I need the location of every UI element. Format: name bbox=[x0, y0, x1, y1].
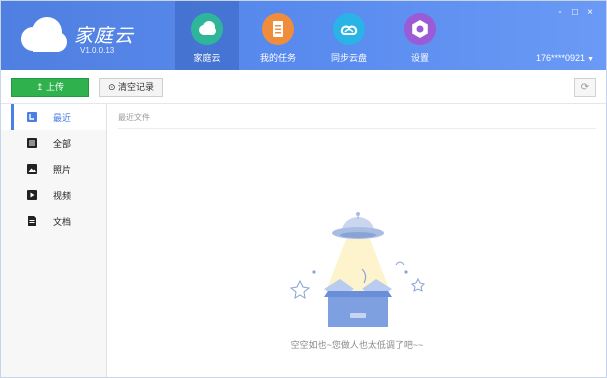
brand-name: 家庭云 bbox=[74, 25, 135, 47]
upload-label: 上传 bbox=[46, 82, 65, 92]
sync-cloud-icon bbox=[333, 13, 365, 45]
upload-button[interactable]: ↥ 上传 bbox=[11, 78, 89, 97]
tab-sync-drive[interactable]: 同步云盘 bbox=[317, 1, 381, 70]
user-account-menu[interactable]: 176****0921 ▼ bbox=[536, 53, 594, 63]
document-icon bbox=[28, 216, 36, 226]
tab-settings[interactable]: 设置 bbox=[388, 1, 452, 70]
sidebar-item-label: 最近 bbox=[53, 113, 72, 123]
empty-state-message: 空空如也~您做人也太低调了吧~~ bbox=[290, 340, 424, 350]
sidebar-item-photos[interactable]: 照片 bbox=[1, 156, 106, 182]
cloud-icon bbox=[191, 13, 223, 45]
sidebar-item-all[interactable]: 全部 bbox=[1, 130, 106, 156]
section-divider bbox=[118, 128, 596, 129]
section-title: 最近文件 bbox=[118, 113, 150, 122]
close-button[interactable]: × bbox=[584, 7, 596, 19]
video-icon bbox=[27, 190, 37, 200]
task-list-icon bbox=[262, 13, 294, 45]
user-account-number: 176****0921 bbox=[536, 53, 586, 63]
refresh-button[interactable]: ⟳ bbox=[574, 78, 596, 97]
ufo-empty-box-illustration bbox=[289, 212, 425, 327]
cloud-logo-icon bbox=[21, 17, 67, 52]
main-content: 最近文件 空空如也~您做人也太低调了吧~~ bbox=[108, 104, 606, 377]
tab-label: 家庭云 bbox=[193, 53, 221, 63]
clear-history-label: 清空记录 bbox=[118, 82, 155, 92]
minimize-button[interactable]: - bbox=[554, 7, 566, 19]
sidebar-item-label: 全部 bbox=[53, 139, 72, 149]
sidebar-item-videos[interactable]: 视频 bbox=[1, 182, 106, 208]
sidebar: 最近 全部 照片 视频 文档 bbox=[1, 104, 107, 377]
tab-label: 我的任务 bbox=[259, 53, 296, 63]
app-window: 家庭云 V1.0.0.13 家庭云 我的任务 同步云盘 设置 - □ × 176… bbox=[0, 0, 607, 378]
sidebar-item-documents[interactable]: 文档 bbox=[1, 208, 106, 234]
sidebar-item-label: 视频 bbox=[53, 191, 72, 201]
sidebar-item-label: 照片 bbox=[53, 165, 72, 175]
tab-my-tasks[interactable]: 我的任务 bbox=[246, 1, 310, 70]
header-bar: 家庭云 V1.0.0.13 家庭云 我的任务 同步云盘 设置 - □ × 176… bbox=[1, 1, 606, 70]
app-version: V1.0.0.13 bbox=[80, 46, 115, 55]
tab-label: 同步云盘 bbox=[330, 53, 367, 63]
all-files-icon bbox=[27, 138, 37, 148]
upload-icon: ↥ bbox=[35, 82, 44, 92]
refresh-icon: ⟳ bbox=[580, 82, 590, 93]
clear-history-button[interactable]: ⊙ 清空记录 bbox=[99, 78, 163, 97]
sidebar-item-recent[interactable]: 最近 bbox=[1, 104, 106, 130]
gear-icon bbox=[404, 13, 436, 45]
recent-icon bbox=[27, 112, 37, 122]
tab-home-cloud[interactable]: 家庭云 bbox=[175, 1, 239, 70]
chevron-down-icon: ▼ bbox=[587, 56, 594, 63]
photo-icon bbox=[27, 164, 37, 174]
toolbar: ↥ 上传 ⊙ 清空记录 ⟳ bbox=[1, 70, 606, 104]
tab-label: 设置 bbox=[410, 53, 429, 63]
sidebar-item-label: 文档 bbox=[53, 217, 72, 227]
maximize-button[interactable]: □ bbox=[569, 7, 581, 19]
clear-icon: ⊙ bbox=[107, 82, 116, 92]
